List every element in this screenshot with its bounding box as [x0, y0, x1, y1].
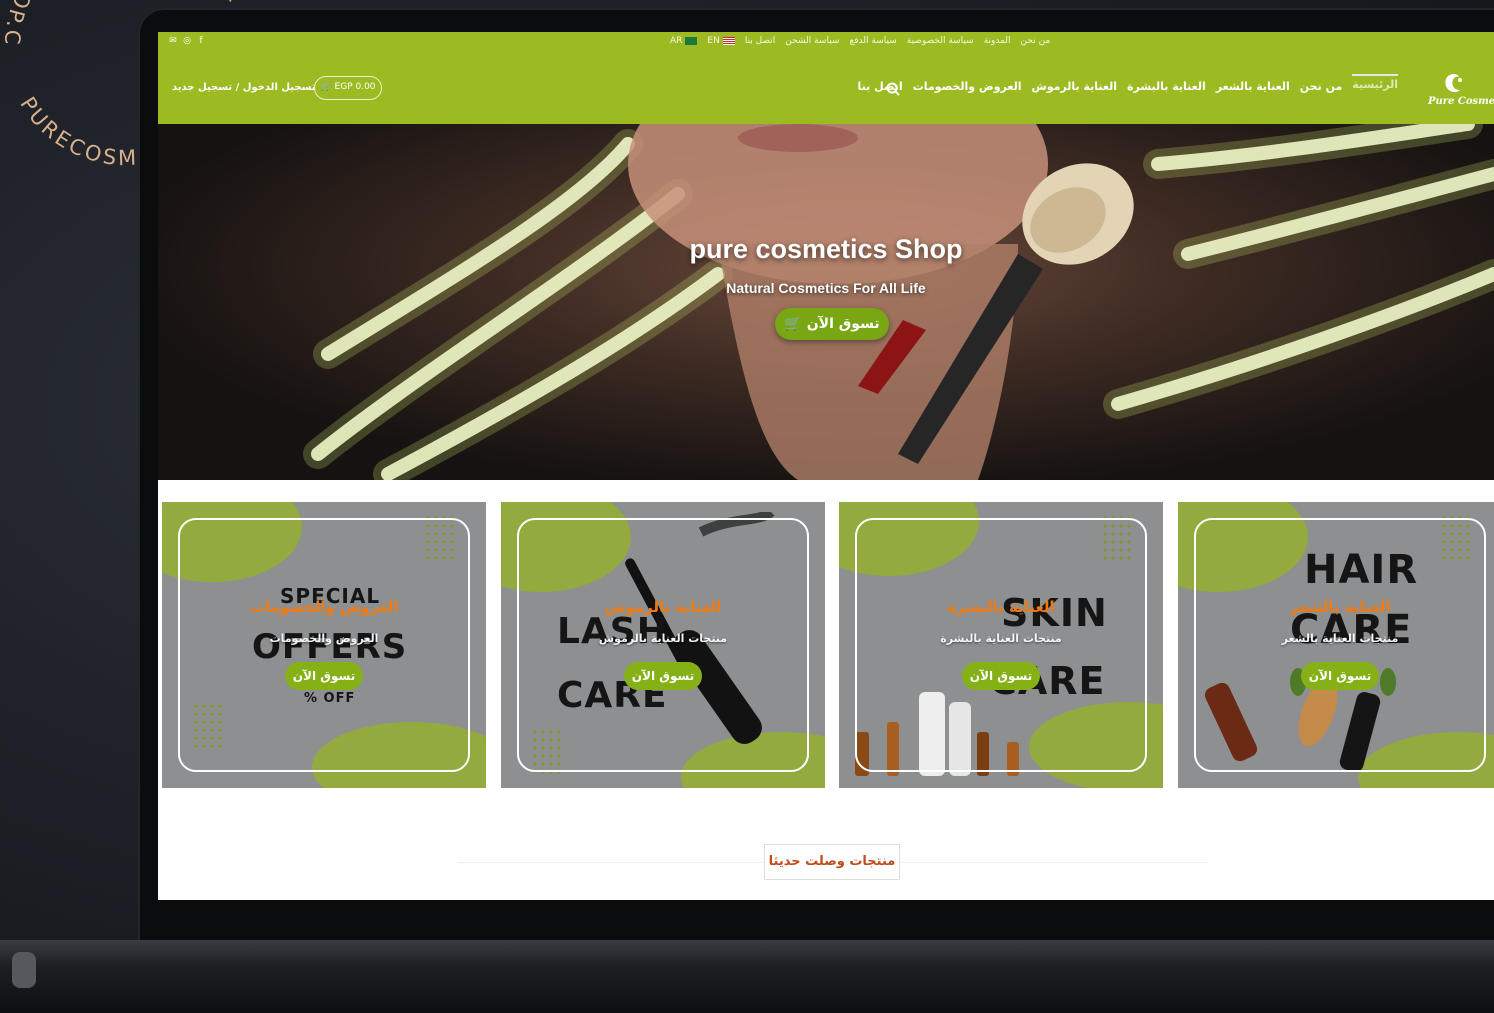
category-card-lash-care[interactable]: LASH CARE العناية بالرموش منتجات العناية…: [501, 502, 825, 788]
category-subtitle: العروض والخصومات: [269, 632, 379, 645]
instagram-icon[interactable]: ◎: [182, 36, 192, 46]
category-title: العناية بالشعر: [1289, 598, 1391, 616]
category-cards: SPECIAL OFFERS % OFF العروض والخصومات ال…: [162, 502, 1494, 788]
category-subtitle: منتجات العناية بالرموش: [598, 632, 728, 645]
lang-en-link[interactable]: EN: [707, 36, 735, 46]
shop-now-button[interactable]: تسوق الآن: [285, 662, 363, 690]
website-screen: ✉ ◎ f AR EN اتصل بنا سياسة الشحن سياسة ا…: [158, 32, 1494, 900]
card-frame: [855, 518, 1147, 772]
us-flag-icon: [722, 36, 735, 45]
shipping-policy-link[interactable]: سياسة الشحن: [785, 36, 839, 46]
email-icon[interactable]: ✉: [168, 36, 178, 46]
top-links: AR EN اتصل بنا سياسة الشحن سياسة الدفع س…: [670, 36, 1050, 46]
hero-image: [303, 124, 1494, 480]
nav-item-contact[interactable]: اتصل بنا: [858, 80, 903, 94]
shop-now-button[interactable]: تسوق الآن: [624, 662, 702, 690]
hero-shop-now-button[interactable]: 🛒 تسوق الآن: [775, 308, 889, 340]
site-header: ✉ ◎ f AR EN اتصل بنا سياسة الشحن سياسة ا…: [158, 32, 1494, 124]
main-navigation: تسجيل الدخول / تسجيل جديد 🛒 EGP 0.00 الر…: [158, 72, 1494, 107]
nav-item-lash-care[interactable]: العناية بالرموش: [1032, 80, 1117, 94]
cart-total: EGP 0.00: [334, 82, 376, 92]
hero-title: pure cosmetics Shop: [689, 234, 963, 264]
privacy-policy-link[interactable]: سياسة الخصوصية: [907, 36, 974, 46]
facebook-icon[interactable]: f: [196, 36, 206, 46]
category-title: العناية بالبشرة: [947, 598, 1055, 616]
saudi-flag-icon: [685, 36, 698, 45]
lips-shape: [738, 124, 858, 152]
category-card-skin-care[interactable]: SKIN CARE العناية بالبشرة منتجات العناية…: [839, 502, 1163, 788]
laptop-base: [0, 940, 1494, 1013]
new-arrivals-heading: منتجات وصلت حديثا: [764, 844, 900, 880]
nav-item-hair-care[interactable]: العناية بالشعر: [1216, 80, 1290, 94]
category-title: العناية بالرموش: [604, 598, 722, 616]
about-link[interactable]: من نحن: [1021, 36, 1051, 46]
cart-icon: 🛒: [784, 316, 802, 332]
brand-logo[interactable]: Pure Cosmetics: [1422, 72, 1494, 112]
shop-now-button[interactable]: تسوق الآن: [962, 662, 1040, 690]
contact-link[interactable]: اتصل بنا: [745, 36, 775, 46]
category-card-hair-care[interactable]: HAIR CARE العناية بالشعر منتجات العناية …: [1178, 502, 1494, 788]
lang-ar-link[interactable]: AR: [670, 36, 698, 46]
social-links: ✉ ◎ f: [168, 36, 206, 46]
hero-subtitle: Natural Cosmetics For All Life: [726, 280, 926, 296]
login-register-link[interactable]: تسجيل الدخول / تسجيل جديد: [172, 82, 316, 93]
blog-link[interactable]: المدونة: [984, 36, 1011, 46]
category-card-offers[interactable]: SPECIAL OFFERS % OFF العروض والخصومات ال…: [162, 502, 486, 788]
brand-name: Pure Cosmetics: [1428, 96, 1494, 107]
hair-text: HAIR: [1304, 547, 1419, 593]
nav-item-home[interactable]: الرئيسية: [1352, 74, 1398, 94]
category-title: العروض والخصومات: [249, 598, 399, 616]
hero-banner: pure cosmetics Shop Natural Cosmetics Fo…: [158, 124, 1494, 480]
payment-policy-link[interactable]: سياسة الدفع: [849, 36, 896, 46]
nav-item-about[interactable]: من نحن: [1300, 80, 1343, 94]
nav-item-offers[interactable]: العروض والخصومات: [913, 80, 1022, 94]
cart-button[interactable]: 🛒 EGP 0.00: [314, 76, 382, 100]
nav-item-skin-care[interactable]: العناية بالبشرة: [1127, 80, 1206, 94]
face-logo-icon: [1445, 74, 1462, 93]
category-subtitle: منتجات العناية بالشعر: [1281, 632, 1399, 645]
category-subtitle: منتجات العناية بالبشرة: [940, 632, 1062, 645]
nav-menu: الرئيسية من نحن العناية بالشعر العناية ب…: [858, 74, 1398, 94]
shop-now-button[interactable]: تسوق الآن: [1301, 662, 1379, 690]
top-strip: ✉ ◎ f AR EN اتصل بنا سياسة الشحن سياسة ا…: [158, 32, 1494, 52]
percent-off-text: % OFF: [304, 691, 356, 706]
